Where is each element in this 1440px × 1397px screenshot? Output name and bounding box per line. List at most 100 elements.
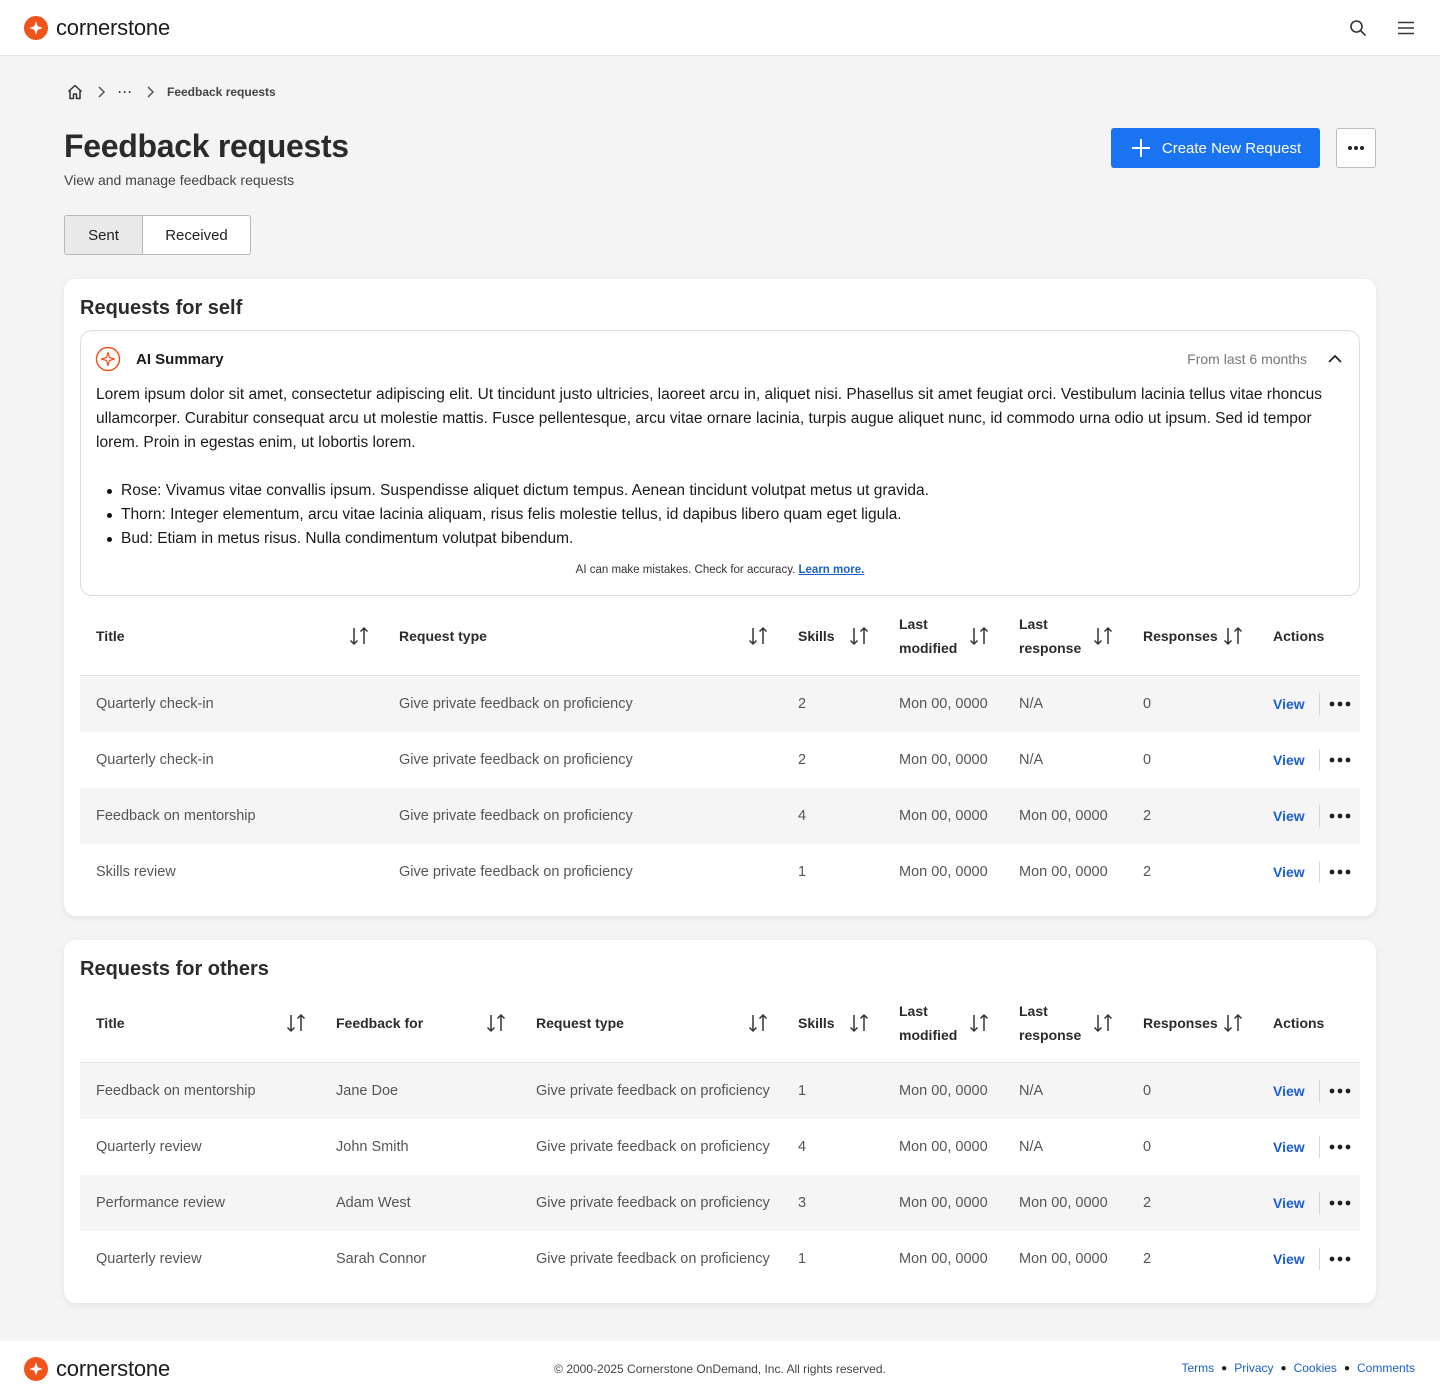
row-more-icon[interactable] <box>1328 1081 1352 1101</box>
cell-request-type: Give private feedback on proficiency <box>536 1195 770 1211</box>
cell-feedback-for: John Smith <box>336 1139 409 1155</box>
view-link[interactable]: View <box>1273 844 1305 900</box>
col-last-response: Last response <box>1019 596 1081 676</box>
page-title: Feedback requests <box>64 128 349 164</box>
cell-last-response: N/A <box>1019 752 1044 768</box>
col-actions: Actions <box>1273 1015 1325 1031</box>
row-more-icon[interactable] <box>1328 806 1352 826</box>
ai-summary-panel: AI Summary From last 6 months Lorem ipsu… <box>80 330 1360 596</box>
view-link[interactable]: View <box>1273 1119 1305 1175</box>
cell-skills: 3 <box>798 1195 807 1211</box>
menu-icon[interactable] <box>1396 18 1416 38</box>
col-last-response: Last response <box>1019 983 1081 1063</box>
table-header: Title Request type Skills Last modified … <box>80 596 1360 676</box>
cell-responses: 0 <box>1143 696 1152 712</box>
sort-icon[interactable] <box>847 1011 871 1035</box>
ai-sparkle-icon <box>95 346 121 372</box>
terms-link[interactable]: Terms <box>1181 1361 1214 1375</box>
sort-icon[interactable] <box>847 624 871 648</box>
col-label: Last <box>1019 1003 1048 1019</box>
table-body: Feedback on mentorship Jane Doe Give pri… <box>80 1063 1360 1287</box>
footer-brand-logo[interactable]: cornerstone <box>24 1356 170 1382</box>
tab-received[interactable]: Received <box>143 216 250 254</box>
col-title: Title <box>96 628 125 644</box>
learn-more-link[interactable]: Learn more. <box>799 564 865 576</box>
view-link[interactable]: View <box>1273 732 1305 788</box>
create-new-request-button[interactable]: Create New Request <box>1111 128 1320 168</box>
sort-icon[interactable] <box>484 1011 508 1035</box>
divider <box>1319 1248 1320 1270</box>
col-title: Title <box>96 1015 125 1031</box>
cornerstone-logo-icon <box>24 1357 48 1381</box>
cell-skills: 1 <box>798 1083 807 1099</box>
table-row: Performance review Adam West Give privat… <box>80 1175 1360 1231</box>
cell-last-response: N/A <box>1019 1139 1044 1155</box>
cell-responses: 2 <box>1143 864 1152 880</box>
cell-last-response: N/A <box>1019 1083 1044 1099</box>
sort-icon[interactable] <box>746 624 770 648</box>
cookies-link[interactable]: Cookies <box>1294 1361 1337 1375</box>
brand-name: cornerstone <box>56 14 170 40</box>
separator-dot: ● <box>1280 1362 1287 1374</box>
cell-request-type: Give private feedback on proficiency <box>399 808 633 824</box>
table-body: Quarterly check-in Give private feedback… <box>80 676 1360 900</box>
divider <box>1319 693 1320 715</box>
requests-for-self-card: Requests for self AI Summary From last 6… <box>64 279 1376 916</box>
requests-for-others-table: Title Feedback for Request type Skills L… <box>80 983 1360 1287</box>
sort-icon[interactable] <box>1221 1011 1245 1035</box>
sort-icon[interactable] <box>347 624 371 648</box>
cell-title: Feedback on mentorship <box>96 1083 256 1099</box>
page-more-button[interactable] <box>1336 128 1376 168</box>
breadcrumb-current: Feedback requests <box>167 85 276 99</box>
col-skills: Skills <box>798 628 835 644</box>
search-icon[interactable] <box>1348 18 1368 38</box>
view-link[interactable]: View <box>1273 1175 1305 1231</box>
section-title: Requests for self <box>80 297 243 319</box>
comments-link[interactable]: Comments <box>1357 1361 1415 1375</box>
cell-last-response: Mon 00, 0000 <box>1019 864 1108 880</box>
plus-icon <box>1131 139 1150 157</box>
view-link[interactable]: View <box>1273 788 1305 844</box>
row-more-icon[interactable] <box>1328 1137 1352 1157</box>
chevron-right-icon <box>133 85 167 99</box>
view-link[interactable]: View <box>1273 1063 1305 1119</box>
col-actions: Actions <box>1273 628 1325 644</box>
cell-feedback-for: Jane Doe <box>336 1083 399 1099</box>
cell-last-modified: Mon 00, 0000 <box>899 752 988 768</box>
page-subtitle: View and manage feedback requests <box>64 172 295 188</box>
chevron-up-icon[interactable] <box>1325 349 1345 369</box>
sort-icon[interactable] <box>284 1011 308 1035</box>
privacy-link[interactable]: Privacy <box>1234 1361 1273 1375</box>
sent-received-toggle: Sent Received <box>64 215 251 255</box>
row-more-icon[interactable] <box>1328 862 1352 882</box>
view-link[interactable]: View <box>1273 1231 1305 1287</box>
cell-request-type: Give private feedback on proficiency <box>536 1083 770 1099</box>
row-more-icon[interactable] <box>1328 1249 1352 1269</box>
sort-icon[interactable] <box>1091 1011 1115 1035</box>
row-more-icon[interactable] <box>1328 694 1352 714</box>
view-link[interactable]: View <box>1273 676 1305 732</box>
row-more-icon[interactable] <box>1328 1193 1352 1213</box>
cell-responses: 2 <box>1143 1195 1152 1211</box>
tab-sent[interactable]: Sent <box>65 216 143 254</box>
cell-last-response: Mon 00, 0000 <box>1019 1251 1108 1267</box>
breadcrumb-ellipsis[interactable]: ··· <box>118 85 133 99</box>
sort-icon[interactable] <box>1221 624 1245 648</box>
home-icon[interactable] <box>66 83 84 101</box>
table-row: Quarterly check-in Give private feedback… <box>80 676 1360 732</box>
sort-icon[interactable] <box>967 1011 991 1035</box>
col-skills: Skills <box>798 1015 835 1031</box>
table-row: Quarterly review Sarah Connor Give priva… <box>80 1231 1360 1287</box>
sort-icon[interactable] <box>746 1011 770 1035</box>
cell-responses: 2 <box>1143 1251 1152 1267</box>
col-label: Last <box>899 1003 928 1019</box>
cell-last-modified: Mon 00, 0000 <box>899 808 988 824</box>
sort-icon[interactable] <box>1091 624 1115 648</box>
brand-logo[interactable]: cornerstone <box>24 15 170 41</box>
row-more-icon[interactable] <box>1328 750 1352 770</box>
col-feedback-for: Feedback for <box>336 1015 424 1031</box>
cell-responses: 0 <box>1143 1139 1152 1155</box>
sort-icon[interactable] <box>967 624 991 648</box>
cell-skills: 1 <box>798 864 807 880</box>
cell-responses: 2 <box>1143 808 1152 824</box>
